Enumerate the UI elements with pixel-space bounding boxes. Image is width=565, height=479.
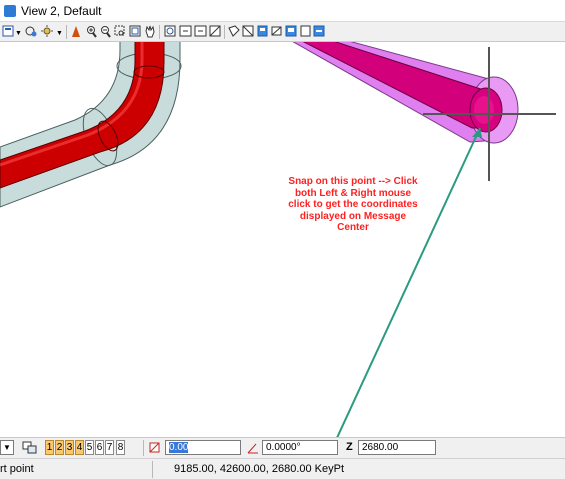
z-label: Z — [346, 441, 353, 453]
annotation-line: Snap on this point --> Click — [288, 176, 418, 187]
status-prompt: rt point — [0, 463, 34, 475]
separator — [143, 440, 144, 456]
view-button-6[interactable]: 6 — [95, 440, 104, 455]
view-button-7[interactable]: 7 — [105, 440, 114, 455]
display-style-icon[interactable] — [25, 26, 37, 37]
zoom-in-icon[interactable] — [87, 26, 97, 38]
window-title: View 2, Default — [21, 4, 102, 18]
view-toggle-icon[interactable] — [300, 25, 311, 37]
view-extra-icon[interactable] — [313, 25, 325, 37]
annotation-line: Center — [337, 222, 369, 233]
view-button-3[interactable]: 3 — [65, 440, 74, 455]
view-attributes-icon[interactable] — [2, 25, 14, 37]
window-area-icon[interactable] — [114, 25, 125, 36]
pan-view-icon[interactable] — [145, 25, 155, 38]
view-button-4[interactable]: 4 — [75, 440, 84, 455]
rotate-view-icon[interactable] — [164, 25, 176, 37]
zoom-out-icon[interactable] — [101, 26, 111, 38]
annotation-line: both Left & Right mouse — [294, 187, 412, 199]
coordinate-readout: 9185.00, 42600.00, 2680.00 KeyPt — [174, 463, 345, 475]
annotation-note: Snap on this point --> Click both Left &… — [278, 176, 428, 234]
drawing-viewport[interactable]: Snap on this point --> Click both Left &… — [0, 42, 565, 437]
status-bar: rt point 9185.00, 42600.00, 2680.00 KeyP… — [0, 458, 565, 479]
camera-icon[interactable] — [257, 25, 268, 37]
view-toolbar: ▼ ▼ — [0, 22, 565, 42]
fit-view-icon[interactable] — [129, 25, 141, 37]
view-groups-icon[interactable] — [22, 441, 38, 454]
separator — [152, 461, 153, 478]
z-field[interactable]: 2680.00 — [358, 440, 436, 455]
view-next-icon[interactable] — [194, 25, 207, 37]
clip-volume-icon[interactable] — [209, 25, 221, 37]
annotation-arrow — [336, 127, 482, 437]
lighting-icon[interactable] — [41, 25, 53, 37]
view-dropdown-arrow-icon[interactable]: ▼ — [0, 440, 14, 455]
standard-views-icon[interactable] — [242, 25, 254, 37]
distance-value: 0.00 — [169, 442, 189, 453]
svg-text:▼: ▼ — [15, 30, 22, 37]
walk-icon[interactable] — [285, 25, 297, 37]
angle-field[interactable]: 0.0000° — [262, 440, 338, 455]
view-button-1[interactable]: 1 — [45, 440, 54, 455]
view-button-2[interactable]: 2 — [55, 440, 64, 455]
view-button-8[interactable]: 8 — [116, 440, 125, 455]
annotation-line: click to get the coordinates — [288, 199, 418, 210]
view-control-bar: ▼ 1 2 3 4 5 6 7 8 0.00 0.0000° Z 2680.00 — [0, 437, 565, 458]
view-button-5[interactable]: 5 — [85, 440, 94, 455]
window-title-bar: View 2, Default — [0, 0, 565, 22]
update-view-icon[interactable] — [72, 26, 80, 37]
distance-lock-icon[interactable] — [149, 442, 161, 454]
angle-lock-icon[interactable] — [247, 442, 259, 454]
annotation-line: displayed on Message — [299, 210, 407, 222]
view-previous-icon[interactable] — [179, 25, 192, 37]
distance-field[interactable]: 0.00 — [165, 440, 241, 455]
save-view-icon[interactable] — [271, 26, 282, 36]
render-icon[interactable] — [228, 25, 240, 37]
svg-text:▼: ▼ — [56, 30, 63, 37]
view-window-icon — [4, 5, 16, 17]
